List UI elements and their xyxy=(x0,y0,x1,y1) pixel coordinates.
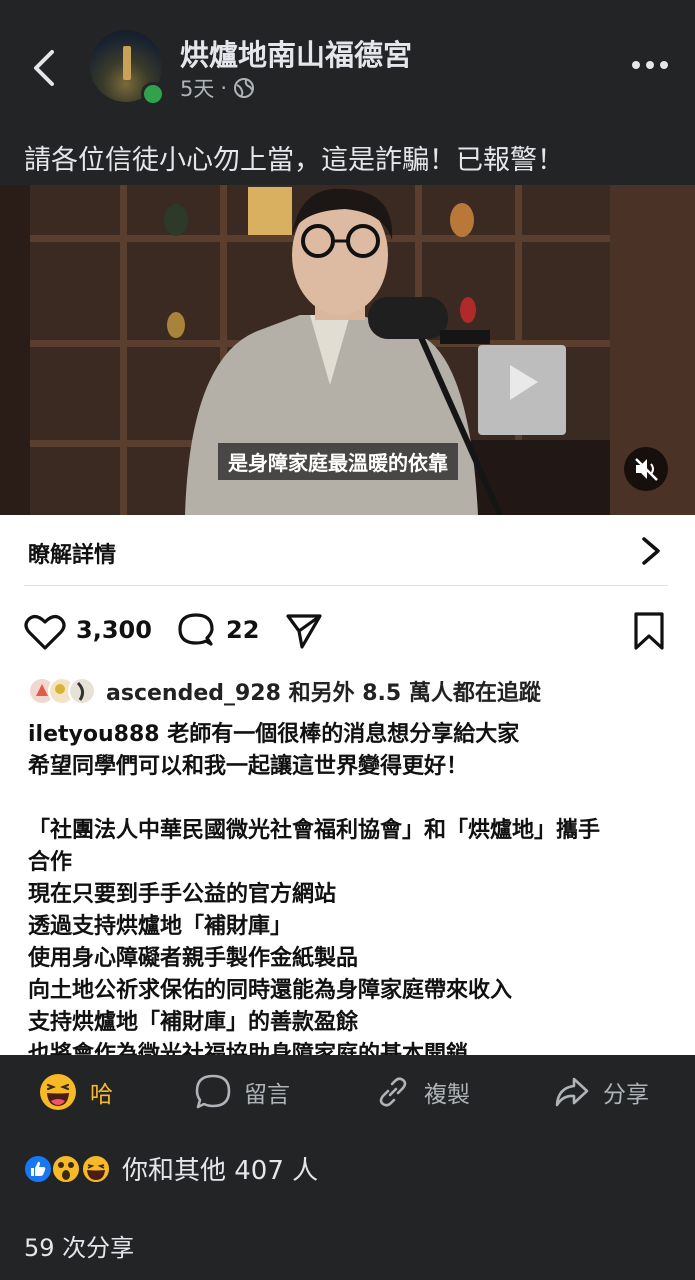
video-thumbnail[interactable]: 是身障家庭最溫暖的依靠 xyxy=(0,185,695,515)
online-status-dot xyxy=(141,82,165,106)
bookmark-icon[interactable] xyxy=(632,611,666,651)
chevron-right-icon xyxy=(642,537,660,565)
followed-by-row: ascended_928 和另外 8.5 萬人都在追蹤 xyxy=(28,676,541,706)
reaction-icons xyxy=(23,1153,111,1184)
muted-speaker-icon[interactable] xyxy=(624,447,668,491)
comment-bubble-icon[interactable] xyxy=(176,611,216,651)
post-meta: 5天 · xyxy=(180,73,255,103)
meta-separator: · xyxy=(220,76,228,100)
more-options-icon[interactable] xyxy=(628,55,672,75)
reactions-count: 你和其他 407 人 xyxy=(122,1156,319,1186)
divider xyxy=(24,585,668,586)
caption-line: 使用身心障礙者親手製作金紙製品 xyxy=(28,946,359,971)
back-arrow-icon[interactable] xyxy=(28,46,60,90)
follower-avatars xyxy=(28,677,96,705)
haha-label: 哈 xyxy=(90,1082,113,1108)
caption-line: 老師有一個很棒的消息想分享給大家 xyxy=(167,722,520,747)
learn-more-label: 瞭解詳情 xyxy=(28,543,117,568)
haha-emoji-icon xyxy=(40,1074,76,1110)
link-icon xyxy=(379,1077,407,1107)
instagram-caption: iletyou888 老師有一個很棒的消息想分享給大家 希望同學們可以和我一起讓… xyxy=(28,719,678,1055)
caption-line: 現在只要到手手公益的官方網站 xyxy=(28,882,337,907)
likes-count: 3,300 xyxy=(76,616,152,644)
post-action-bar: 哈 留言 複製 分享 xyxy=(0,1060,695,1126)
heart-icon[interactable] xyxy=(24,613,66,651)
share-label: 分享 xyxy=(603,1082,649,1108)
learn-more-row[interactable]: 瞭解詳情 xyxy=(0,515,695,585)
caption-line: 「社團法人中華民國微光社會福利協會」和「烘爐地」攜手 xyxy=(28,818,601,843)
comments-count: 22 xyxy=(226,616,260,644)
caption-username[interactable]: iletyou888 xyxy=(28,722,160,747)
comment-label: 留言 xyxy=(244,1082,290,1108)
post-text: 請各位信徒小心勿上當，這是詐騙！已報警！ xyxy=(24,145,564,176)
globe-icon xyxy=(234,78,255,98)
send-icon[interactable] xyxy=(284,611,324,651)
page-name[interactable]: 烘爐地南山福德宮 xyxy=(180,32,412,74)
caption-line: 希望同學們可以和我一起讓這世界變得更好！ xyxy=(28,754,469,779)
caption-line xyxy=(28,783,678,815)
followed-by-text: ascended_928 和另外 8.5 萬人都在追蹤 xyxy=(106,681,541,706)
avatar-image xyxy=(123,46,131,80)
attached-screenshot[interactable]: 是身障家庭最溫暖的依靠 瞭解詳情 3,300 22 ascended_928 和… xyxy=(0,185,695,1055)
caption-line: 向土地公祈求保佑的同時還能為身障家庭帶來收入 xyxy=(28,978,513,1003)
caption-line: 支持烘爐地「補財庫」的善款盈餘 xyxy=(28,1010,359,1035)
caption-line: 也將會作為微光社福協助身障家庭的基本開銷 xyxy=(28,1042,469,1055)
comment-icon xyxy=(195,1074,231,1109)
instagram-action-bar: 3,300 22 xyxy=(0,605,695,655)
video-subtitle: 是身障家庭最溫暖的依靠 xyxy=(218,443,458,480)
share-button[interactable]: 分享 xyxy=(553,1072,649,1112)
haha-reaction-button[interactable]: 哈 xyxy=(38,1072,113,1112)
post-time[interactable]: 5天 xyxy=(180,73,214,103)
share-arrow-icon xyxy=(555,1077,589,1107)
caption-line: 透過支持烘爐地「補財庫」 xyxy=(28,914,293,939)
caption-line: 合作 xyxy=(28,850,73,875)
shares-count[interactable]: 59 次分享 xyxy=(24,1228,134,1263)
reactions-summary[interactable]: 你和其他 407 人 xyxy=(22,1150,318,1187)
copy-label: 複製 xyxy=(424,1082,470,1108)
copy-button[interactable]: 複製 xyxy=(374,1072,470,1112)
comment-button[interactable]: 留言 xyxy=(194,1072,290,1112)
post-header: 烘爐地南山福德宮 5天 · xyxy=(0,0,695,122)
